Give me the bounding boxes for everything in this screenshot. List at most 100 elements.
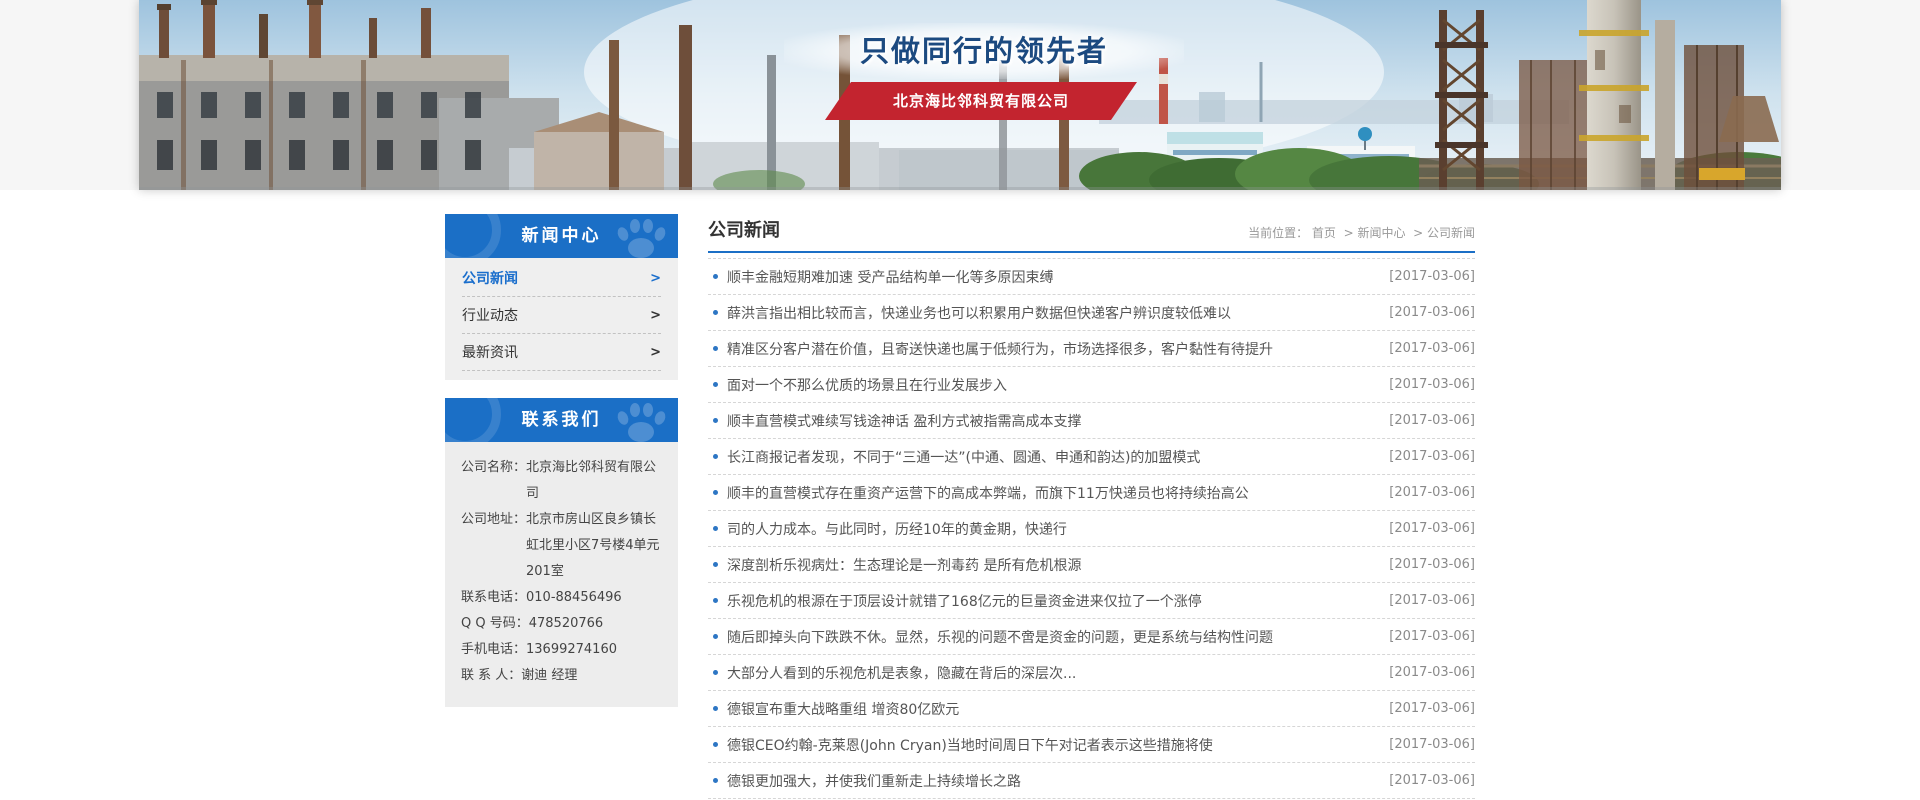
news-list-item: 顺丰直营模式难续写钱途神话 盈利方式被指需高成本支撑 [2017-03-06] xyxy=(708,403,1475,439)
company-name-ribbon: 北京海比邻科贸有限公司 xyxy=(825,82,1137,120)
breadcrumb: 当前位置： 首页 > 新闻中心 > 公司新闻 xyxy=(1248,224,1475,242)
dot-bullet-icon xyxy=(713,346,718,351)
news-link[interactable]: 德银CEO约翰-克莱恩(John Cryan)当地时间周日下午对记者表示这些措施… xyxy=(727,735,1375,755)
contact-row: 公司地址： 北京市房山区良乡镇长虹北里小区7号楼4单元201室 xyxy=(461,507,666,585)
news-date: [2017-03-06] xyxy=(1389,557,1475,572)
news-date: [2017-03-06] xyxy=(1389,737,1475,752)
news-list-item: 薛洪言指出相比较而言，快递业务也可以积累用户数据但快递客户辨识度较低难以 [20… xyxy=(708,295,1475,331)
dot-bullet-icon xyxy=(713,634,718,639)
news-list-item: 乐视危机的根源在于顶层设计就错了168亿元的巨量资金进来仅拉了一个涨停 [201… xyxy=(708,583,1475,619)
contact-label: 公司名称： xyxy=(461,455,526,507)
news-nav-box: 新闻中心 公司新闻 > 行业动态 > 最新资讯 > xyxy=(445,214,678,380)
contact-row: 联系电话： 010-88456496 xyxy=(461,585,666,611)
sidebar-menu-item[interactable]: 公司新闻 > xyxy=(462,260,661,297)
news-date: [2017-03-06] xyxy=(1389,305,1475,320)
dot-bullet-icon xyxy=(713,490,718,495)
contact-value: 010-88456496 xyxy=(526,585,666,611)
news-link[interactable]: 深度剖析乐视病灶：生态理论是一剂毒药 是所有危机根源 xyxy=(727,555,1375,575)
news-list-item: 大部分人看到的乐视危机是表象，隐藏在背后的深层次... [2017-03-06] xyxy=(708,655,1475,691)
contact-row: 手机电话： 13699274160 xyxy=(461,637,666,663)
news-link[interactable]: 司的人力成本。与此同时，历经10年的黄金期，快递行 xyxy=(727,519,1375,539)
chevron-right-icon: > xyxy=(650,271,661,286)
news-date: [2017-03-06] xyxy=(1389,665,1475,680)
dot-bullet-icon xyxy=(713,706,718,711)
contact-label: 联系电话： xyxy=(461,585,526,611)
news-link[interactable]: 顺丰的直营模式存在重资产运营下的高成本弊端，而旗下11万快递员也将持续抬高公 xyxy=(727,483,1375,503)
sidebar-menu-label: 公司新闻 xyxy=(462,268,518,288)
dot-bullet-icon xyxy=(713,274,718,279)
news-link[interactable]: 随后即掉头向下跌跌不休。显然，乐视的问题不啻是资金的问题，更是系统与结构性问题 xyxy=(727,627,1375,647)
news-link[interactable]: 大部分人看到的乐视危机是表象，隐藏在背后的深层次... xyxy=(727,663,1375,683)
news-link[interactable]: 精准区分客户潜在价值，且寄送快递也属于低频行为，市场选择很多，客户黏性有待提升 xyxy=(727,339,1375,359)
news-link[interactable]: 乐视危机的根源在于顶层设计就错了168亿元的巨量资金进来仅拉了一个涨停 xyxy=(727,591,1375,611)
breadcrumb-separator: > xyxy=(1409,226,1427,240)
banner-slogan: 只做同行的领先者 xyxy=(784,23,1184,79)
news-list-item: 精准区分客户潜在价值，且寄送快递也属于低频行为，市场选择很多，客户黏性有待提升 … xyxy=(708,331,1475,367)
sidebar: 新闻中心 公司新闻 > 行业动态 > 最新资讯 > xyxy=(445,214,678,799)
contact-value: 谢迪 经理 xyxy=(521,663,666,689)
dot-bullet-icon xyxy=(713,742,718,747)
news-link[interactable]: 顺丰金融短期难加速 受产品结构单一化等多原因束缚 xyxy=(727,267,1375,287)
dot-bullet-icon xyxy=(713,778,718,783)
breadcrumb-prefix: 当前位置： xyxy=(1248,226,1308,240)
breadcrumb-crumb: > 公司新闻 xyxy=(1409,226,1475,240)
news-list-item: 德银更加强大，并使我们重新走上持续增长之路 [2017-03-06] xyxy=(708,763,1475,799)
dot-bullet-icon xyxy=(713,598,718,603)
news-nav-header: 新闻中心 xyxy=(445,214,678,258)
sidebar-menu-label: 最新资讯 xyxy=(462,342,518,362)
news-list-item: 深度剖析乐视病灶：生态理论是一剂毒药 是所有危机根源 [2017-03-06] xyxy=(708,547,1475,583)
content-area: 新闻中心 公司新闻 > 行业动态 > 最新资讯 > xyxy=(445,214,1475,799)
news-link[interactable]: 德银更加强大，并使我们重新走上持续增长之路 xyxy=(727,771,1375,791)
breadcrumb-crumbs: 首页 > 新闻中心 > 公司新闻 xyxy=(1308,226,1475,240)
news-list-item: 司的人力成本。与此同时，历经10年的黄金期，快递行 [2017-03-06] xyxy=(708,511,1475,547)
news-list-item: 德银宣布重大战略重组 增资80亿欧元 [2017-03-06] xyxy=(708,691,1475,727)
banner-slogan-halo: 只做同行的领先者 xyxy=(784,23,1184,79)
contact-title: 联系我们 xyxy=(445,398,678,442)
contact-value: 478520766 xyxy=(529,611,666,637)
news-date: [2017-03-06] xyxy=(1389,341,1475,356)
contact-label: 联 系 人： xyxy=(461,663,521,689)
news-list-item: 长江商报记者发现，不同于“三通一达”(中通、圆通、申通和韵达)的加盟模式 [20… xyxy=(708,439,1475,475)
sidebar-menu-item[interactable]: 最新资讯 > xyxy=(462,334,661,371)
chevron-right-icon: > xyxy=(650,308,661,323)
news-date: [2017-03-06] xyxy=(1389,269,1475,284)
contact-box: 联系我们 公司名称： 北京海比邻科贸有限公司 公司地址： 北京市房山区良乡镇长虹… xyxy=(445,398,678,707)
main-panel: 公司新闻 当前位置： 首页 > 新闻中心 > 公司新闻 顺丰金融短期难加速 受产… xyxy=(708,214,1475,799)
breadcrumb-link[interactable]: 公司新闻 xyxy=(1427,226,1475,240)
news-date: [2017-03-06] xyxy=(1389,485,1475,500)
dot-bullet-icon xyxy=(713,454,718,459)
contact-row: 公司名称： 北京海比邻科贸有限公司 xyxy=(461,455,666,507)
news-date: [2017-03-06] xyxy=(1389,629,1475,644)
contact-info: 公司名称： 北京海比邻科贸有限公司 公司地址： 北京市房山区良乡镇长虹北里小区7… xyxy=(445,442,678,707)
breadcrumb-link[interactable]: 首页 xyxy=(1312,226,1336,240)
news-link[interactable]: 面对一个不那么优质的场景且在行业发展步入 xyxy=(727,375,1375,395)
news-date: [2017-03-06] xyxy=(1389,521,1475,536)
news-date: [2017-03-06] xyxy=(1389,773,1475,788)
contact-value: 北京市房山区良乡镇长虹北里小区7号楼4单元201室 xyxy=(526,507,666,585)
contact-label: Q Q 号码： xyxy=(461,611,529,637)
banner-band: 只做同行的领先者 北京海比邻科贸有限公司 xyxy=(0,0,1920,190)
news-link[interactable]: 长江商报记者发现，不同于“三通一达”(中通、圆通、申通和韵达)的加盟模式 xyxy=(727,447,1375,467)
news-list-item: 顺丰金融短期难加速 受产品结构单一化等多原因束缚 [2017-03-06] xyxy=(708,259,1475,295)
contact-label: 手机电话： xyxy=(461,637,526,663)
breadcrumb-crumb: > 新闻中心 xyxy=(1340,226,1406,240)
contact-row: 联 系 人： 谢迪 经理 xyxy=(461,663,666,689)
news-link[interactable]: 德银宣布重大战略重组 增资80亿欧元 xyxy=(727,699,1375,719)
dot-bullet-icon xyxy=(713,526,718,531)
news-list: 顺丰金融短期难加速 受产品结构单一化等多原因束缚 [2017-03-06] 薛洪… xyxy=(708,258,1475,799)
news-list-item: 随后即掉头向下跌跌不休。显然，乐视的问题不啻是资金的问题，更是系统与结构性问题 … xyxy=(708,619,1475,655)
dot-bullet-icon xyxy=(713,670,718,675)
hero-banner: 只做同行的领先者 北京海比邻科贸有限公司 xyxy=(139,0,1781,190)
news-date: [2017-03-06] xyxy=(1389,701,1475,716)
chevron-right-icon: > xyxy=(650,345,661,360)
dot-bullet-icon xyxy=(713,310,718,315)
news-link[interactable]: 顺丰直营模式难续写钱途神话 盈利方式被指需高成本支撑 xyxy=(727,411,1375,431)
news-link[interactable]: 薛洪言指出相比较而言，快递业务也可以积累用户数据但快递客户辨识度较低难以 xyxy=(727,303,1375,323)
news-date: [2017-03-06] xyxy=(1389,593,1475,608)
contact-label: 公司地址： xyxy=(461,507,526,585)
contact-header: 联系我们 xyxy=(445,398,678,442)
breadcrumb-separator: > xyxy=(1340,226,1358,240)
sidebar-menu-label: 行业动态 xyxy=(462,305,518,325)
breadcrumb-link[interactable]: 新闻中心 xyxy=(1357,226,1405,240)
sidebar-menu-item[interactable]: 行业动态 > xyxy=(462,297,661,334)
